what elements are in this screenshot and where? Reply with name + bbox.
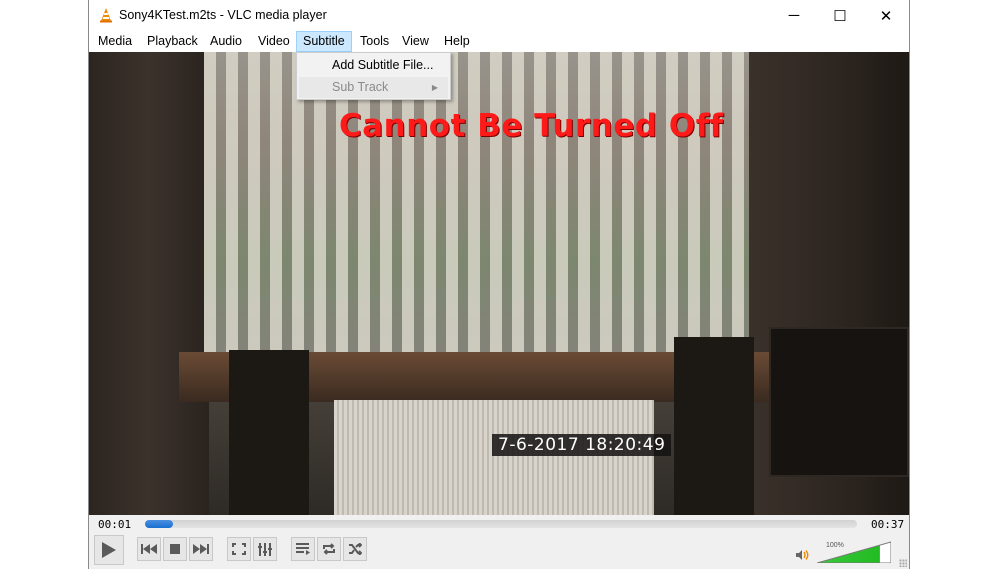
control-bar: 00:01 00:37 100% (89, 515, 909, 569)
menu-view[interactable]: View (396, 31, 435, 52)
minimize-button[interactable]: ─ (771, 0, 817, 31)
video-scene-speaker-left (229, 350, 309, 515)
random-button[interactable] (343, 537, 367, 561)
title-bar: Sony4KTest.m2ts - VLC media player ─ ☐ ✕ (89, 0, 909, 31)
menu-item-label: Add Subtitle File... (332, 58, 434, 72)
menu-help[interactable]: Help (438, 31, 476, 52)
subtitle-menu-dropdown: Add Subtitle File... Sub Track ▶ (296, 52, 451, 100)
volume-level (817, 542, 880, 563)
next-button[interactable] (189, 537, 213, 561)
video-scene-speaker-right (674, 337, 754, 515)
fullscreen-button[interactable] (227, 537, 251, 561)
menu-media[interactable]: Media (92, 31, 138, 52)
loop-icon (323, 543, 335, 555)
vlc-window: Sony4KTest.m2ts - VLC media player ─ ☐ ✕… (88, 0, 910, 569)
video-scene-blinds (204, 52, 764, 352)
video-scene-curtain-left (89, 52, 209, 515)
timestamp-overlay: 7-6-2017 18:20:49 (492, 434, 672, 456)
total-time: 00:37 (871, 518, 905, 531)
menu-item-label: Sub Track (332, 80, 389, 94)
menu-subtitle[interactable]: Subtitle (296, 31, 352, 52)
menu-item-sub-track: Sub Track ▶ (299, 77, 448, 98)
equalizer-icon (258, 542, 272, 556)
vlc-cone-icon (100, 8, 112, 23)
play-button[interactable] (94, 535, 124, 565)
previous-button[interactable] (137, 537, 161, 561)
close-button[interactable]: ✕ (863, 0, 909, 31)
close-icon: ✕ (879, 7, 893, 25)
maximize-icon: ☐ (833, 7, 847, 25)
menu-bar: Media Playback Audio Video Subtitle Tool… (89, 31, 909, 52)
minimize-icon: ─ (788, 7, 800, 24)
stop-icon (170, 544, 180, 554)
stop-button[interactable] (163, 537, 187, 561)
maximize-button[interactable]: ☐ (817, 0, 863, 31)
seek-slider[interactable] (145, 520, 857, 528)
play-icon (102, 542, 116, 558)
menu-audio[interactable]: Audio (204, 31, 248, 52)
playlist-button[interactable] (291, 537, 315, 561)
skip-back-icon (141, 544, 157, 554)
subtitle-overlay: Cannot Be Turned Off (339, 108, 724, 144)
window-title: Sony4KTest.m2ts - VLC media player (119, 8, 327, 22)
submenu-arrow-icon: ▶ (431, 83, 438, 92)
volume-slider[interactable] (817, 541, 891, 563)
shuffle-icon (349, 543, 362, 555)
skip-forward-icon (193, 544, 209, 554)
extended-settings-button[interactable] (253, 537, 277, 561)
menu-video[interactable]: Video (252, 31, 296, 52)
menu-tools[interactable]: Tools (354, 31, 395, 52)
elapsed-time: 00:01 (98, 518, 132, 531)
video-scene-radiator (334, 400, 654, 515)
loop-button[interactable] (317, 537, 341, 561)
menu-item-add-subtitle-file[interactable]: Add Subtitle File... (299, 55, 448, 76)
video-scene-tv (769, 327, 909, 477)
speaker-icon[interactable] (796, 549, 810, 561)
video-area[interactable]: Cannot Be Turned Off 7-6-2017 18:20:49 (89, 52, 909, 515)
seek-progress (145, 520, 174, 528)
playlist-icon (296, 543, 310, 555)
menu-playback[interactable]: Playback (141, 31, 204, 52)
resize-grip[interactable] (899, 559, 907, 567)
fullscreen-icon (232, 543, 246, 555)
